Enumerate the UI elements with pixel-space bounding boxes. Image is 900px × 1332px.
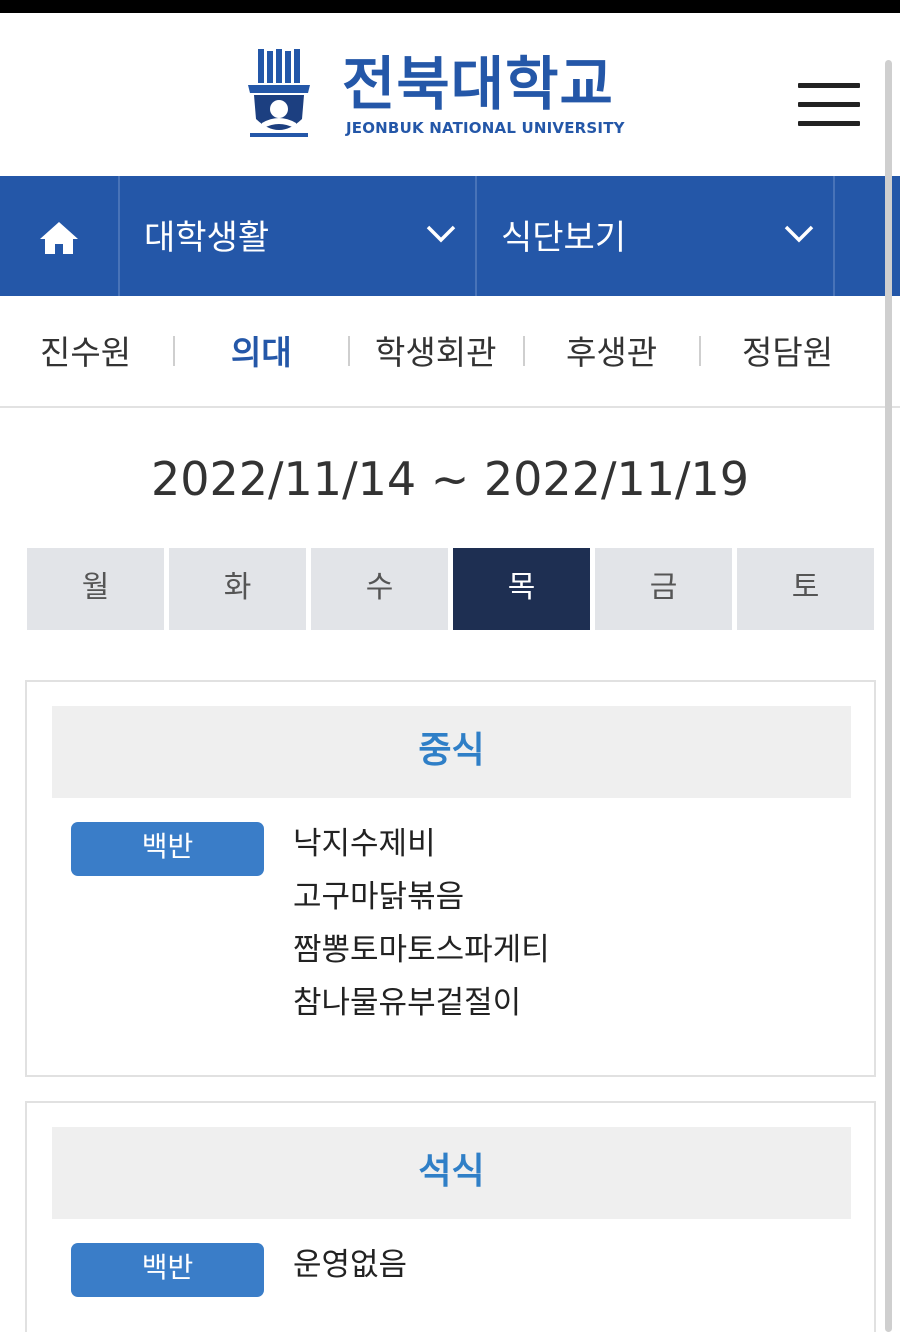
university-emblem-icon <box>248 49 310 137</box>
week-date-range: 2022/11/14 ~ 2022/11/19 <box>150 452 750 506</box>
day-tab-wed[interactable]: 수 <box>311 548 448 630</box>
day-tab-tue[interactable]: 화 <box>169 548 306 630</box>
tab-divider <box>173 336 175 366</box>
day-tab-thu[interactable]: 목 <box>453 548 590 630</box>
menu-item: 운영없음 <box>293 1247 408 1283</box>
tab-divider <box>523 336 525 366</box>
site-header: 전북대학교 JEONBUK NATIONAL UNIVERSITY <box>0 13 900 176</box>
nav-dropdown-menu-view[interactable]: 식단보기 <box>477 176 835 296</box>
tab-divider <box>699 336 701 366</box>
tab-divider <box>348 336 350 366</box>
menu-list: 낙지수제비 고구마닭볶음 짬뽕토마토스파게티 참나물유부겉절이 <box>293 818 550 1030</box>
tab-jinsuwon[interactable]: 진수원 <box>40 326 131 374</box>
meal-title: 석식 <box>52 1127 851 1219</box>
menu-item: 낙지수제비 <box>293 826 436 862</box>
logo-korean-text: 전북대학교 <box>342 50 614 118</box>
nav-dropdown-label: 식단보기 <box>501 218 627 258</box>
logo-english-text: JEONBUK NATIONAL UNIVERSITY <box>346 119 625 137</box>
hamburger-menu-icon[interactable] <box>798 81 860 129</box>
home-icon <box>40 222 78 254</box>
day-tab-mon[interactable]: 월 <box>27 548 164 630</box>
menu-item: 참나물유부겉절이 <box>293 985 522 1021</box>
tab-jeongdamwon[interactable]: 정담원 <box>742 326 833 374</box>
main-navigation: 대학생활 식단보기 <box>0 176 900 296</box>
meal-title: 중식 <box>52 706 851 798</box>
tab-husaenggwan[interactable]: 후생관 <box>566 326 657 374</box>
menu-list: 운영없음 <box>293 1239 407 1292</box>
chevron-down-icon <box>426 225 456 243</box>
tab-medical[interactable]: 의대 <box>231 326 292 374</box>
scrollbar[interactable] <box>885 60 892 1332</box>
menu-type-badge: 백반 <box>71 1243 264 1297</box>
tab-student-hall[interactable]: 학생회관 <box>375 326 496 374</box>
nav-dropdown-label: 대학생활 <box>144 218 270 258</box>
menu-item: 고구마닭볶음 <box>293 879 465 915</box>
home-button[interactable] <box>0 176 120 296</box>
menu-item: 짬뽕토마토스파게티 <box>293 932 550 968</box>
dinner-menu-card: 석식 백반 운영없음 <box>25 1101 876 1332</box>
status-bar <box>0 0 900 13</box>
day-tab-fri[interactable]: 금 <box>595 548 732 630</box>
chevron-down-icon <box>784 225 814 243</box>
day-tab-sat[interactable]: 토 <box>737 548 874 630</box>
lunch-menu-card: 중식 백반 낙지수제비 고구마닭볶음 짬뽕토마토스파게티 참나물유부겉절이 <box>25 680 876 1077</box>
cafeteria-tabs: 진수원 의대 학생회관 후생관 정담원 <box>0 296 900 408</box>
menu-type-badge: 백반 <box>71 822 264 876</box>
university-logo[interactable]: 전북대학교 JEONBUK NATIONAL UNIVERSITY <box>244 49 644 149</box>
weekday-tabs: 월 화 수 목 금 토 <box>27 548 874 630</box>
nav-dropdown-campus-life[interactable]: 대학생활 <box>120 176 477 296</box>
